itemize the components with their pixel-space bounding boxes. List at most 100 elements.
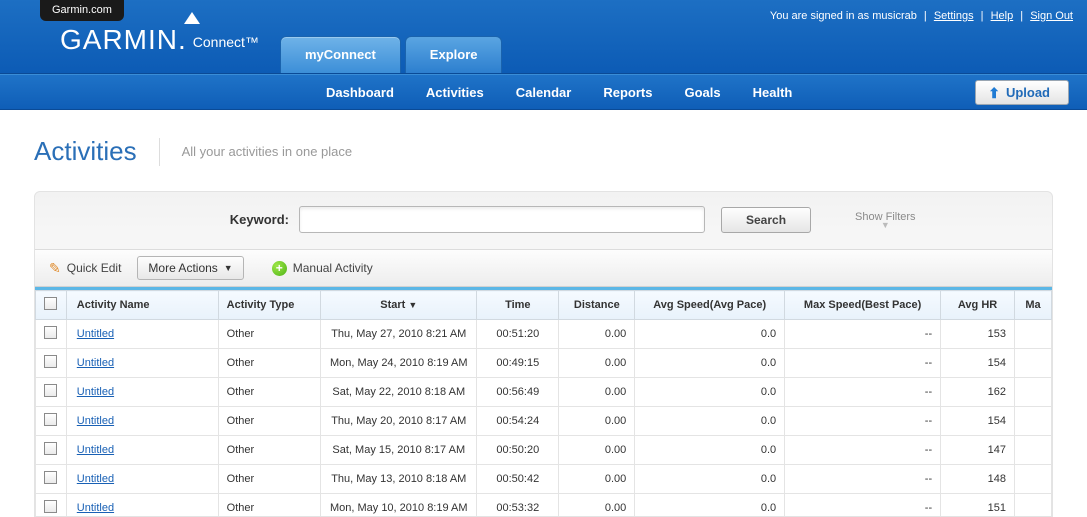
table-row: UntitledOtherMon, May 24, 2010 8:19 AM00… xyxy=(36,349,1052,378)
activity-link[interactable]: Untitled xyxy=(77,415,114,427)
cell-max-speed: -- xyxy=(785,407,941,436)
activity-link[interactable]: Untitled xyxy=(77,328,114,340)
plus-circle-icon: + xyxy=(272,261,287,276)
table-toolbar: ✎ Quick Edit More Actions ▼ + Manual Act… xyxy=(35,249,1052,287)
table-row: UntitledOtherThu, May 27, 2010 8:21 AM00… xyxy=(36,320,1052,349)
col-time[interactable]: Time xyxy=(477,291,559,320)
cell-avg-hr: 154 xyxy=(941,349,1015,378)
cell-ma-truncated xyxy=(1015,465,1052,494)
garmin-com-tab[interactable]: Garmin.com xyxy=(40,0,124,21)
keyword-input[interactable] xyxy=(299,206,705,233)
cell-activity-type: Other xyxy=(218,320,321,349)
cell-ma-truncated xyxy=(1015,436,1052,465)
cell-distance: 0.00 xyxy=(559,378,635,407)
table-header-row: Activity Name Activity Type Start▼ Time … xyxy=(36,291,1052,320)
table-row: UntitledOtherSat, May 15, 2010 8:17 AM00… xyxy=(36,436,1052,465)
manual-activity-button[interactable]: + Manual Activity xyxy=(272,261,373,276)
tab-myconnect[interactable]: myConnect xyxy=(280,36,401,73)
cell-activity-name: Untitled xyxy=(66,349,218,378)
cell-avg-speed: 0.0 xyxy=(635,407,785,436)
row-checkbox-cell[interactable] xyxy=(36,407,67,436)
signed-in-text: You are signed in as musicrab xyxy=(770,10,917,22)
keyword-label: Keyword: xyxy=(35,212,299,227)
cell-max-speed: -- xyxy=(785,378,941,407)
nav-health[interactable]: Health xyxy=(753,85,793,100)
upload-button[interactable]: ⬆ Upload xyxy=(975,80,1069,105)
cell-activity-name: Untitled xyxy=(66,436,218,465)
cell-activity-type: Other xyxy=(218,378,321,407)
activity-link[interactable]: Untitled xyxy=(77,444,114,456)
col-max-speed[interactable]: Max Speed(Best Pace) xyxy=(785,291,941,320)
activity-link[interactable]: Untitled xyxy=(77,473,114,485)
activity-link[interactable]: Untitled xyxy=(77,386,114,398)
cell-avg-hr: 151 xyxy=(941,494,1015,517)
show-filters-toggle[interactable]: Show Filters ▼ xyxy=(855,211,916,228)
cell-activity-type: Other xyxy=(218,494,321,517)
row-checkbox-cell[interactable] xyxy=(36,320,67,349)
col-select-all[interactable] xyxy=(36,291,67,320)
user-links: You are signed in as musicrab | Settings… xyxy=(770,10,1073,22)
cell-start: Mon, May 10, 2010 8:19 AM xyxy=(321,494,477,517)
cell-avg-speed: 0.0 xyxy=(635,436,785,465)
logo-brand-text: GARMIN. xyxy=(60,24,187,56)
cell-start: Sat, May 15, 2010 8:17 AM xyxy=(321,436,477,465)
cell-avg-hr: 153 xyxy=(941,320,1015,349)
cell-avg-hr: 147 xyxy=(941,436,1015,465)
cell-ma-truncated xyxy=(1015,378,1052,407)
cell-ma-truncated xyxy=(1015,320,1052,349)
col-activity-name[interactable]: Activity Name xyxy=(66,291,218,320)
col-avg-hr[interactable]: Avg HR xyxy=(941,291,1015,320)
row-checkbox-cell[interactable] xyxy=(36,349,67,378)
cell-activity-name: Untitled xyxy=(66,320,218,349)
chevron-down-icon: ▼ xyxy=(855,223,916,228)
cell-time: 00:56:49 xyxy=(477,378,559,407)
activity-link[interactable]: Untitled xyxy=(77,357,114,369)
sort-desc-icon: ▼ xyxy=(408,300,417,310)
checkbox-icon xyxy=(44,297,57,310)
row-checkbox-cell[interactable] xyxy=(36,378,67,407)
col-distance[interactable]: Distance xyxy=(559,291,635,320)
cell-start: Thu, May 13, 2010 8:18 AM xyxy=(321,465,477,494)
col-activity-type[interactable]: Activity Type xyxy=(218,291,321,320)
cell-avg-speed: 0.0 xyxy=(635,349,785,378)
activity-link[interactable]: Untitled xyxy=(77,502,114,514)
nav-goals[interactable]: Goals xyxy=(684,85,720,100)
quick-edit-button[interactable]: ✎ Quick Edit xyxy=(49,260,121,277)
col-ma-truncated[interactable]: Ma xyxy=(1015,291,1052,320)
cell-ma-truncated xyxy=(1015,494,1052,517)
nav-dashboard[interactable]: Dashboard xyxy=(326,85,394,100)
cell-distance: 0.00 xyxy=(559,465,635,494)
nav-calendar[interactable]: Calendar xyxy=(516,85,572,100)
row-checkbox-cell[interactable] xyxy=(36,436,67,465)
cell-time: 00:51:20 xyxy=(477,320,559,349)
logo[interactable]: GARMIN. Connect™ xyxy=(60,24,259,56)
page-body: Activities All your activities in one pl… xyxy=(0,110,1087,517)
subnav: Dashboard Activities Calendar Reports Go… xyxy=(0,74,1087,110)
row-checkbox-cell[interactable] xyxy=(36,494,67,517)
cell-avg-hr: 154 xyxy=(941,407,1015,436)
cell-time: 00:54:24 xyxy=(477,407,559,436)
cell-activity-name: Untitled xyxy=(66,465,218,494)
cell-avg-hr: 162 xyxy=(941,378,1015,407)
cell-distance: 0.00 xyxy=(559,494,635,517)
table-row: Untitled OtherMon, May 10, 2010 8:19 AM00… xyxy=(36,494,1052,517)
row-checkbox-cell[interactable] xyxy=(36,465,67,494)
col-start[interactable]: Start▼ xyxy=(321,291,477,320)
cell-max-speed: -- xyxy=(785,320,941,349)
search-button[interactable]: Search xyxy=(721,207,811,233)
settings-link[interactable]: Settings xyxy=(934,10,974,22)
cell-distance: 0.00 xyxy=(559,349,635,378)
heading-divider xyxy=(159,138,160,166)
col-avg-speed[interactable]: Avg Speed(Avg Pace) xyxy=(635,291,785,320)
cell-time: 00:53:32 xyxy=(477,494,559,517)
nav-activities[interactable]: Activities xyxy=(426,85,484,100)
header: You are signed in as musicrab | Settings… xyxy=(0,0,1087,74)
more-actions-dropdown[interactable]: More Actions ▼ xyxy=(137,256,243,280)
signout-link[interactable]: Sign Out xyxy=(1030,10,1073,22)
table-row: UntitledOtherThu, May 20, 2010 8:17 AM00… xyxy=(36,407,1052,436)
cell-activity-type: Other xyxy=(218,407,321,436)
cell-max-speed: -- xyxy=(785,465,941,494)
tab-explore[interactable]: Explore xyxy=(405,36,503,73)
help-link[interactable]: Help xyxy=(991,10,1014,22)
nav-reports[interactable]: Reports xyxy=(603,85,652,100)
